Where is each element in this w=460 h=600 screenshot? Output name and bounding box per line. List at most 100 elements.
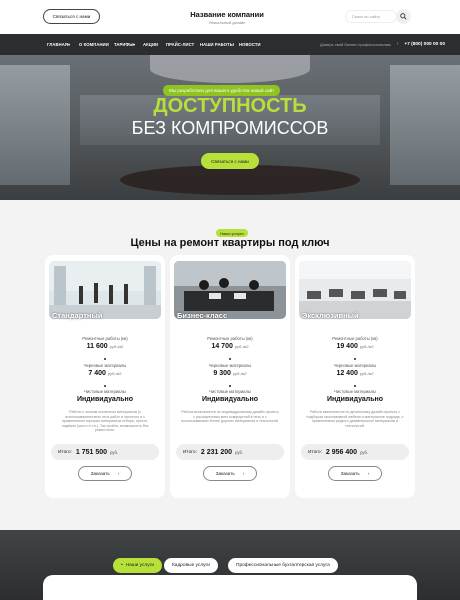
divider-dot: [229, 358, 231, 360]
unit: руб./м2: [359, 344, 374, 349]
company-logo[interactable]: Название компании Уникальный дизайн: [180, 10, 274, 25]
order-button[interactable]: Заказать ›: [203, 466, 257, 481]
section-tag: Наши услуги: [216, 229, 248, 237]
currency: руб.: [235, 449, 244, 455]
total-value: 2 956 400: [325, 448, 358, 456]
phone-link[interactable]: +7 (800) 000 00 00: [404, 42, 445, 47]
total-label: Итого:: [183, 449, 197, 455]
work-label: Ремонтные работы (кв): [332, 336, 378, 341]
work-price: 11 600 руб./м2: [45, 343, 165, 350]
work-label: Ремонтные работы (кв): [207, 336, 253, 341]
card-total: Итого: 2 956 400 руб.: [301, 444, 409, 460]
tab-hr-services[interactable]: Кадровые услуги: [164, 558, 218, 573]
rough-label: Черновые материалы: [208, 363, 252, 368]
rough-label: Черновые материалы: [83, 363, 127, 368]
card-description: Работа выполняется по индивидуальному ди…: [181, 410, 279, 424]
finish-price: Индивидуально: [76, 396, 134, 403]
chevron-right-icon: ›: [242, 471, 245, 476]
currency: руб.: [110, 449, 119, 455]
card-description: Работы с эконом сегментом материалов (с …: [61, 410, 149, 433]
divider-dot: [229, 385, 231, 387]
search-button[interactable]: [396, 9, 411, 24]
order-label: Заказать: [215, 471, 235, 476]
nav-dropdown-icon: ▾: [68, 42, 71, 47]
price-card-standard: Стандартный Ремонтные работы (кв) 11 600…: [45, 255, 165, 498]
work-price: 19 400 руб./м2: [295, 343, 415, 350]
work-value: 11 600: [86, 343, 108, 350]
nav-dropdown-icon: ▾: [133, 42, 136, 47]
finish-label: Чистовые материалы: [209, 389, 251, 394]
rough-value: 12 400: [336, 370, 358, 377]
search-input[interactable]: Поиск по сайту: [345, 10, 397, 23]
tab-label: Наши услуги: [125, 563, 155, 568]
order-button[interactable]: Заказать ›: [78, 466, 132, 481]
nav-item-promo[interactable]: АКЦИИ: [143, 42, 158, 47]
total-label: Итого:: [58, 449, 72, 455]
finish-price: Индивидуально: [326, 396, 384, 403]
unit: руб./м2: [109, 344, 124, 349]
unit: руб./м2: [232, 371, 247, 376]
finish-price: Индивидуально: [201, 396, 259, 403]
tab-content-panel: [43, 575, 417, 600]
unit: руб./м2: [234, 344, 249, 349]
total-value: 2 231 200: [200, 448, 233, 456]
card-title: Эксклюзивный: [302, 311, 359, 320]
hero-subtitle: БЕЗ КОМПРОМИССОВ: [131, 118, 329, 138]
order-label: Заказать: [90, 471, 110, 476]
divider-dot: [354, 358, 356, 360]
card-title: Бизнес-класс: [177, 311, 228, 320]
card-description: Работа выполняется по детальному дизайн-…: [306, 410, 404, 428]
tab-our-services[interactable]: • Наши услуги: [113, 558, 163, 573]
nav-item-tariffs[interactable]: ТАРИФЫ: [114, 42, 133, 47]
rough-price: 12 400 руб./м2: [295, 370, 415, 377]
hero-title: ДОСТУПНОСТЬ: [153, 95, 307, 117]
nav-item-home[interactable]: ГЛАВНАЯ: [47, 42, 68, 47]
divider-dot: [354, 385, 356, 387]
nav-item-about[interactable]: О КОМПАНИИ: [79, 42, 109, 47]
divider-dot: [104, 358, 106, 360]
rough-price: 9 300 руб./м2: [170, 370, 290, 377]
currency: руб.: [360, 449, 369, 455]
work-value: 19 400: [336, 343, 358, 350]
ceiling-light: [150, 55, 310, 83]
section-title: Цены на ремонт квартиры под ключ: [130, 237, 330, 249]
price-card-business: Бизнес-класс Ремонтные работы (кв) 14 70…: [170, 255, 290, 498]
price-card-exclusive: Эксклюзивный Ремонтные работы (кв) 19 40…: [295, 255, 415, 498]
work-price: 14 700 руб./м2: [170, 343, 290, 350]
work-value: 14 700: [211, 343, 233, 350]
order-button[interactable]: Заказать ›: [328, 466, 382, 481]
total-value: 1 751 500: [75, 448, 108, 456]
total-label: Итого:: [308, 449, 322, 455]
search-icon: [400, 13, 407, 20]
hero-contact-button[interactable]: Связаться с нами: [201, 153, 259, 169]
company-name: Название компании: [190, 10, 264, 19]
divider-dot: [104, 385, 106, 387]
nav-contact: Доверь свой бизнес профессионалам › +7 (…: [320, 41, 445, 47]
contact-button[interactable]: Связаться с нами: [43, 9, 100, 24]
rough-value: 9 300: [213, 370, 231, 377]
company-tagline: Уникальный дизайн: [208, 20, 246, 25]
rough-label: Черновые материалы: [333, 363, 377, 368]
chevron-right-icon: ›: [367, 471, 370, 476]
chevron-right-icon: ›: [117, 471, 120, 476]
trust-text: Доверь свой бизнес профессионалам: [320, 41, 391, 47]
card-total: Итого: 1 751 500 руб.: [51, 444, 159, 460]
unit: руб./м2: [359, 371, 374, 376]
order-label: Заказать: [340, 471, 360, 476]
finish-label: Чистовые материалы: [84, 389, 126, 394]
finish-label: Чистовые материалы: [334, 389, 376, 394]
main-nav: ГЛАВНАЯ ▾ О КОМПАНИИ ТАРИФЫ ▾ АКЦИИ ПРАЙ…: [0, 34, 460, 55]
rough-price: 7 400 руб./м2: [45, 370, 165, 377]
site-header: Связаться с нами Название компании Уника…: [0, 0, 460, 34]
work-label: Ремонтные работы (кв): [82, 336, 128, 341]
unit: руб./м2: [107, 371, 122, 376]
tab-accounting[interactable]: Профессиональные бухгалтерская услуга: [228, 558, 338, 573]
card-title: Стандартный: [52, 311, 103, 320]
nav-item-news[interactable]: НОВОСТИ: [239, 42, 261, 47]
nav-item-works[interactable]: НАШИ РАБОТЫ: [200, 42, 234, 47]
card-total: Итого: 2 231 200 руб.: [176, 444, 284, 460]
chevron-right-icon: ›: [396, 41, 399, 47]
nav-item-pricelist[interactable]: ПРАЙС-ЛИСТ: [166, 42, 194, 47]
meeting-table: [120, 165, 360, 195]
dot-icon: •: [121, 563, 123, 568]
